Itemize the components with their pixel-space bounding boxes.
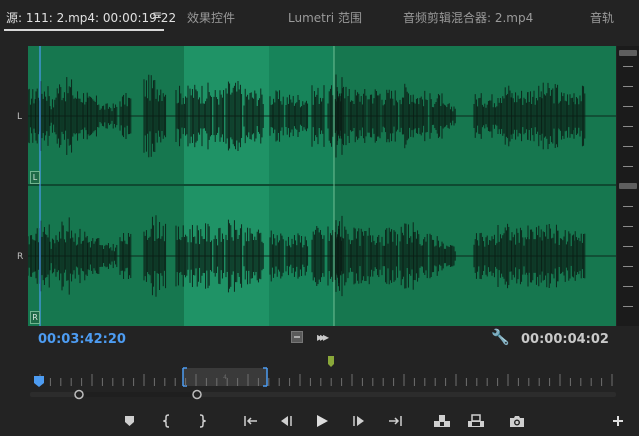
- waveform-canvas: [28, 46, 616, 326]
- playhead-timecode[interactable]: 00:03:42:20: [38, 332, 126, 347]
- mark-out-icon: [199, 414, 206, 428]
- tab-audio-clip-mixer[interactable]: 音频剪辑混合器: 2.mp4: [403, 9, 533, 26]
- mark-out-button[interactable]: [195, 412, 209, 430]
- transport-controls: [0, 404, 639, 436]
- playhead-head-icon: [34, 376, 44, 387]
- drag-audio-only-icon[interactable]: ▸▸▸: [317, 330, 329, 344]
- go-to-out-button[interactable]: [386, 412, 404, 430]
- in-out-duration-timecode: 00:00:04:02: [521, 332, 609, 347]
- play-button[interactable]: [313, 412, 331, 430]
- audio-level-ruler[interactable]: [617, 46, 639, 326]
- insert-button[interactable]: [432, 412, 452, 430]
- left-channel-tag: L: [30, 171, 40, 184]
- step-back-button[interactable]: [278, 412, 294, 430]
- export-frame-button[interactable]: [508, 412, 526, 430]
- mark-in-icon: [163, 414, 170, 428]
- go-to-in-icon: [244, 416, 257, 426]
- add-marker-button[interactable]: [122, 412, 136, 430]
- mark-in-button[interactable]: [160, 412, 174, 430]
- panel-menu-icon[interactable]: ≡: [152, 8, 162, 22]
- tab-source-monitor[interactable]: 源: 111: 2.mp4: 00:00:19:22: [6, 9, 176, 26]
- tab-audio-track-overflow[interactable]: 音轨: [590, 9, 614, 26]
- active-tab-underline: [4, 29, 164, 31]
- right-channel-label: R: [17, 252, 24, 262]
- button-editor-button[interactable]: [610, 412, 626, 430]
- go-to-out-icon: [389, 416, 402, 426]
- go-to-in-button[interactable]: [242, 412, 260, 430]
- plus-icon: [613, 416, 623, 426]
- play-icon: [317, 415, 328, 427]
- ruler-handle-top[interactable]: [619, 50, 637, 56]
- mini-timeline-ruler[interactable]: 4: [28, 354, 616, 400]
- zoom-handle-left: [74, 389, 84, 400]
- wrench-icon[interactable]: 🔧: [491, 328, 510, 346]
- step-back-icon: [281, 416, 292, 426]
- tab-effect-controls[interactable]: 效果控件: [187, 9, 235, 26]
- insert-icon: [434, 415, 450, 427]
- tab-lumetri-scopes[interactable]: Lumetri 范围: [288, 9, 362, 26]
- audio-waveform-display[interactable]: L R: [28, 46, 616, 326]
- overwrite-icon: [468, 414, 484, 427]
- step-forward-icon: [353, 416, 364, 426]
- drag-video-only-button[interactable]: [291, 331, 303, 343]
- overwrite-button[interactable]: [466, 412, 486, 430]
- marker-icon: [124, 416, 134, 426]
- ruler-handle-mid[interactable]: [619, 183, 637, 189]
- step-forward-button[interactable]: [351, 412, 367, 430]
- zoom-handle-right: [192, 389, 202, 400]
- mini-ruler-ticks: [39, 374, 613, 386]
- panel-tab-bar: 源: 111: 2.mp4: 00:00:19:22 ≡ 效果控件 Lumetr…: [0, 0, 639, 34]
- svg-text:4: 4: [223, 374, 227, 381]
- camera-icon: [510, 415, 524, 427]
- left-channel-label: L: [17, 112, 23, 122]
- clip-marker: [328, 356, 334, 367]
- zoom-scrollbar-thumb: [78, 392, 198, 397]
- right-channel-tag: R: [30, 311, 40, 324]
